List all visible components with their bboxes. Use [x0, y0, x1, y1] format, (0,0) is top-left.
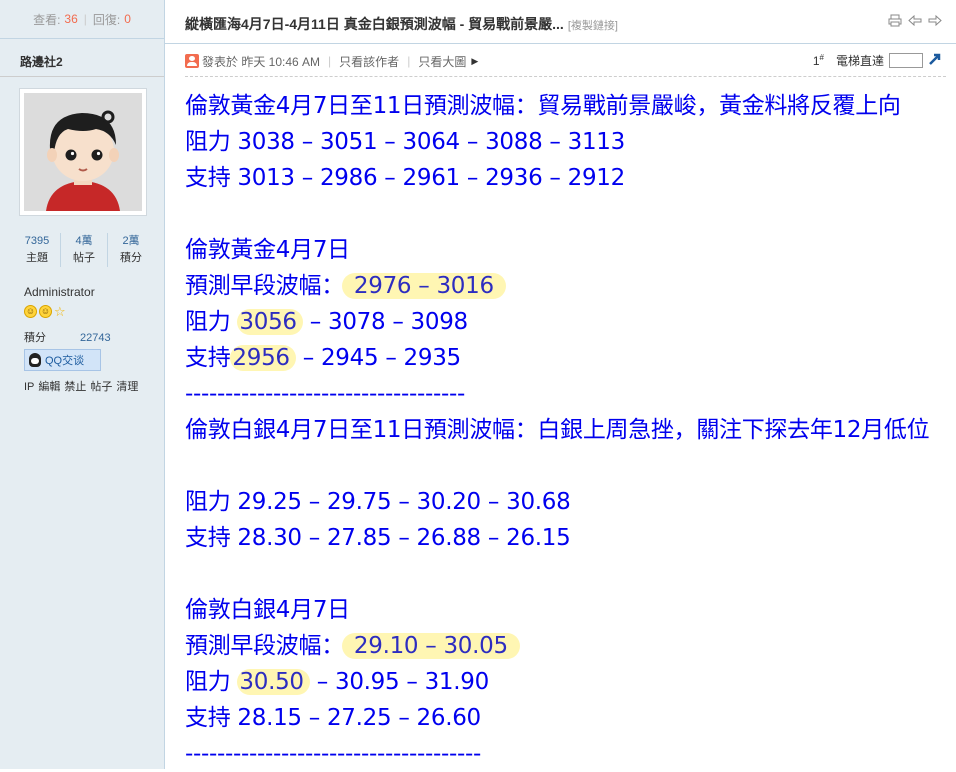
thread-title-text: 縱橫匯海4月7日-4月11日 真金白銀預測波幅 - 貿易戰前景嚴... [185, 16, 564, 32]
user-icon [185, 54, 199, 68]
floor-number-value: 1 [812, 54, 820, 68]
avatar-image [24, 93, 142, 211]
thread-tools [888, 14, 942, 30]
threads-count: 7395 [24, 235, 50, 247]
posts-stat[interactable]: 4萬 帖子 [61, 233, 108, 267]
content-line: 支持 3013 – 2986 – 2961 – 2936 – 2912 [185, 165, 625, 191]
highlighted-range: 2976 – 3016 [341, 273, 506, 299]
content-line: 倫敦黃金4月7日 [185, 237, 350, 263]
replies-label: 回復: [92, 12, 121, 27]
content-line: 阻力 3056 – 3078 – 3098 [185, 304, 945, 340]
resistance-label: 阻力 [185, 309, 238, 335]
prev-thread-icon[interactable] [908, 14, 922, 30]
support-rest: – 2945 – 2935 [295, 345, 461, 371]
author-name[interactable]: 路邊社2 [20, 53, 63, 70]
rank-icons: ☺ ☺ ☆ [24, 305, 66, 318]
highlighted-value: 30.50 [237, 669, 310, 695]
smiley-icon: ☺ [39, 305, 52, 318]
meta-divider: | [328, 54, 332, 68]
clean-link[interactable]: 清理 [116, 381, 138, 393]
content-line: 阻力 30.50 – 30.95 – 31.90 [185, 664, 945, 700]
smiley-icon: ☺ [24, 305, 37, 318]
thread-stats: 查看: 36 | 回復: 0 [0, 0, 164, 39]
content-line: 倫敦白銀4月7日至11日預測波幅：白銀上周急挫，關注下探去年12月低位 [185, 417, 930, 443]
floor-sup: # [819, 53, 824, 62]
credits-value: 22743 [80, 332, 111, 344]
content-line: 支持2956 – 2945 – 2935 [185, 340, 945, 376]
resistance-rest: – 3078 – 3098 [302, 309, 468, 335]
views-label: 查看: [33, 12, 61, 27]
content-line: 倫敦白銀4月7日 [185, 597, 350, 623]
dashed-separator: ------------------------------------- [185, 741, 481, 767]
resistance-label: 阻力 [185, 669, 238, 695]
copy-link[interactable]: [複製鏈接] [568, 20, 618, 32]
points-label: 積分 [120, 252, 142, 264]
posts-link[interactable]: 帖子 [90, 381, 112, 393]
next-thread-icon[interactable] [928, 14, 942, 30]
ban-link[interactable]: 禁止 [64, 381, 86, 393]
credits: 積分 22743 [24, 329, 111, 345]
points-stat[interactable]: 2萬 積分 [108, 233, 154, 267]
post-sidebar: 查看: 36 | 回復: 0 路邊社2 7395 主題 4萬 帖子 2萬 積分 … [0, 0, 165, 769]
content-line: 支持 28.15 – 27.25 – 26.60 [185, 705, 481, 731]
content-line: 倫敦黃金4月7日至11日預測波幅：貿易戰前景嚴峻，黃金料將反覆上向 [185, 93, 901, 119]
user-role[interactable]: Administrator [24, 285, 95, 299]
floor-navigation: 1# 電梯直達 [813, 52, 942, 69]
views-count: 36 [64, 12, 78, 26]
content-line: 阻力 3038 – 3051 – 3064 – 3088 – 3113 [185, 129, 625, 155]
profile-stats: 7395 主題 4萬 帖子 2萬 積分 [14, 233, 154, 267]
support-label: 支持 [185, 345, 231, 371]
triangle-right-icon[interactable]: ▶ [471, 56, 478, 67]
post-main: 縱橫匯海4月7日-4月11日 真金白銀預測波幅 - 貿易戰前景嚴... [複製鏈接… [165, 0, 956, 769]
highlighted-range: 29.10 – 30.05 [341, 633, 520, 659]
large-image-link[interactable]: 只看大圖 [418, 53, 466, 70]
only-author-link[interactable]: 只看該作者 [339, 53, 399, 70]
resistance-rest: – 30.95 – 31.90 [309, 669, 489, 695]
qq-penguin-icon [29, 353, 41, 367]
edit-link[interactable]: 編輯 [38, 381, 60, 393]
divider [185, 76, 946, 77]
content-line: 支持 28.30 – 27.85 – 26.88 – 26.15 [185, 525, 571, 551]
divider [0, 76, 164, 77]
posts-count: 4萬 [75, 235, 93, 247]
threads-label: 主題 [26, 252, 48, 264]
threads-stat[interactable]: 7395 主題 [14, 233, 61, 267]
thread-title: 縱橫匯海4月7日-4月11日 真金白銀預測波幅 - 貿易戰前景嚴... [複製鏈接… [185, 14, 618, 34]
admin-links: IP 編輯 禁止 帖子 清理 [24, 378, 142, 394]
credits-label: 積分 [24, 332, 46, 344]
qq-chat-label: QQ交谈 [45, 355, 85, 367]
content-line: 阻力 29.25 – 29.75 – 30.20 – 30.68 [185, 489, 571, 515]
posts-label: 帖子 [73, 252, 95, 264]
highlighted-value: 3056 [237, 309, 303, 335]
dashed-separator: ----------------------------------- [185, 381, 465, 407]
content-line: 預測早段波幅： 2976 – 3016 [185, 268, 945, 304]
goto-arrow-icon[interactable] [928, 52, 942, 69]
meta-divider: | [407, 54, 411, 68]
print-icon[interactable] [888, 14, 902, 30]
star-icon: ☆ [54, 304, 66, 319]
goto-label: 電梯直達 [835, 54, 884, 68]
qq-chat-button[interactable]: QQ交谈 [24, 349, 101, 371]
range-label: 預測早段波幅： [185, 633, 344, 659]
points-count: 2萬 [122, 235, 140, 247]
ip-link[interactable]: IP [24, 381, 34, 393]
floor-number[interactable]: 1# [813, 53, 824, 68]
content-line: 預測早段波幅： 29.10 – 30.05 [185, 628, 945, 664]
post-content: 倫敦黃金4月7日至11日預測波幅：貿易戰前景嚴峻，黃金料將反覆上向 阻力 303… [185, 88, 945, 772]
replies-count: 0 [124, 12, 131, 26]
posted-time: 發表於 昨天 10:46 AM [202, 54, 321, 69]
thread-title-bar: 縱橫匯海4月7日-4月11日 真金白銀預測波幅 - 貿易戰前景嚴... [複製鏈接… [165, 0, 956, 44]
highlighted-value: 2956 [230, 345, 296, 371]
range-label: 預測早段波幅： [185, 273, 344, 299]
avatar[interactable] [19, 88, 147, 216]
stats-divider: | [83, 12, 87, 26]
goto-floor-input[interactable] [889, 53, 923, 68]
